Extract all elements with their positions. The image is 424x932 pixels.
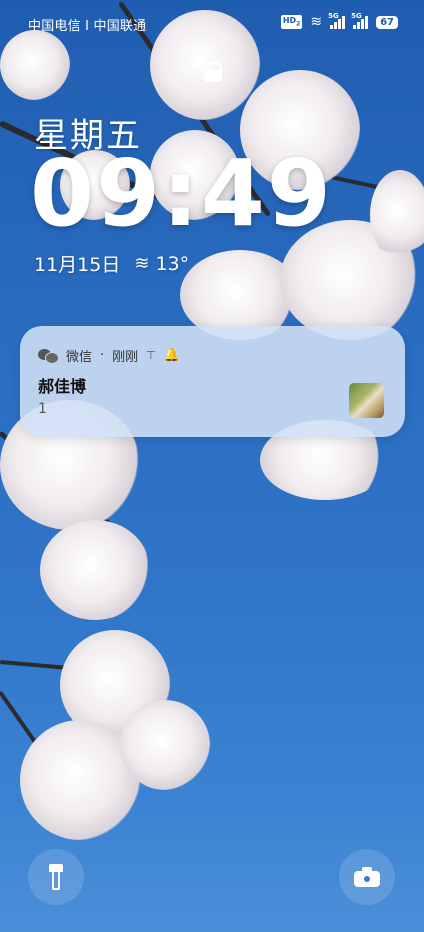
camera-button[interactable] [339,849,395,905]
camera-icon [354,867,380,887]
date-label: 11月15日 [34,254,121,276]
pin-icon: ⊤ [146,349,156,362]
signal-icon: 5G [328,12,346,29]
status-icons: HD2 ≋ 5G 5G 67 [280,12,398,30]
bell-icon: 🔔 [163,348,180,363]
notification-time: 刚刚 [112,350,139,365]
weather-temp: 13° [155,252,190,275]
wechat-notification[interactable]: 微信 · 刚刚 ⊤ 🔔 郝佳博 1 [20,326,405,437]
notification-message: 1 [38,401,47,417]
lock-icon [203,62,223,82]
status-bar: 中国电信 I 中国联通 HD2 ≋ 5G 5G 67 [0,12,424,34]
notification-sender: 郝佳博 [38,377,87,396]
wifi-icon: ≋ [310,14,323,30]
date-weather-row: 11月15日 ≋ 13° [34,250,189,277]
signal-icon: 5G [351,12,369,29]
notification-header: 微信 · 刚刚 ⊤ 🔔 [38,346,180,365]
notification-separator: · [100,348,105,363]
flashlight-icon [49,864,63,890]
flashlight-button[interactable] [28,849,84,905]
battery-icon: 67 [376,15,398,29]
wind-icon: ≋ [134,253,150,274]
carrier-label: 中国电信 I 中国联通 [28,19,147,34]
hd-icon: HD2 [280,15,303,29]
notification-app-name: 微信 [66,350,93,365]
sender-avatar [349,383,384,418]
clock-time: 09:49 [30,140,333,247]
wechat-icon [38,348,59,364]
